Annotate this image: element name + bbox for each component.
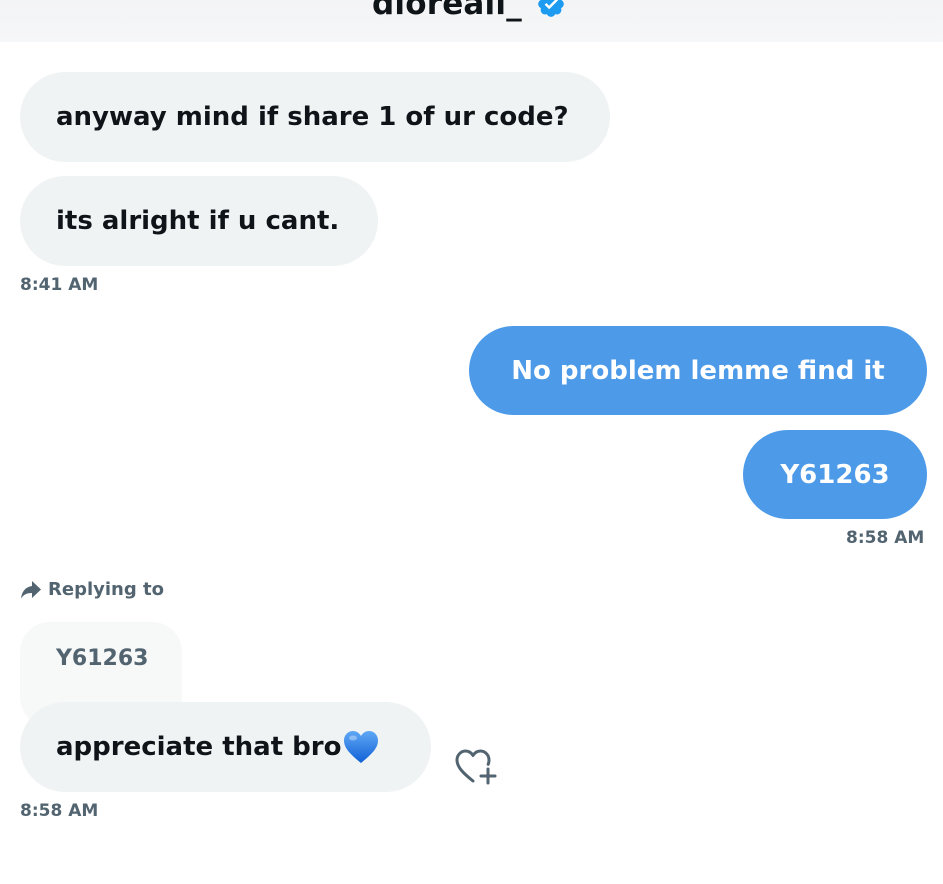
- message-text: Y61263: [780, 459, 890, 490]
- conversation-header: dioreali_: [0, 0, 943, 42]
- heart-add-icon[interactable]: [452, 745, 498, 787]
- header-display-name: dioreali_: [372, 0, 522, 22]
- message-timestamp: 8:58 AM: [20, 801, 99, 821]
- message-text: No problem lemme find it: [511, 355, 885, 386]
- replying-to-text: Replying to: [48, 579, 164, 600]
- message-timestamp: 8:58 AM: [846, 528, 925, 548]
- message-text: its alright if u cant.: [56, 206, 340, 236]
- quoted-text: Y61263: [56, 646, 149, 671]
- message-text: appreciate that bro: [56, 732, 342, 762]
- message-text: anyway mind if share 1 of ur code?: [56, 102, 569, 132]
- message-bubble-incoming[interactable]: its alright if u cant.: [20, 176, 378, 266]
- blue-heart-emoji-icon: [342, 729, 380, 765]
- message-timestamp: 8:41 AM: [20, 275, 99, 295]
- replying-to-label: Replying to: [20, 579, 164, 600]
- message-bubble-incoming[interactable]: anyway mind if share 1 of ur code?: [20, 72, 610, 162]
- message-bubble-incoming[interactable]: appreciate that bro: [20, 702, 431, 792]
- header-user[interactable]: dioreali_: [372, 0, 566, 22]
- reply-arrow-icon: [20, 580, 42, 600]
- message-bubble-outgoing[interactable]: Y61263: [743, 430, 927, 519]
- verified-badge-icon: [536, 0, 566, 19]
- message-bubble-outgoing[interactable]: No problem lemme find it: [469, 326, 927, 415]
